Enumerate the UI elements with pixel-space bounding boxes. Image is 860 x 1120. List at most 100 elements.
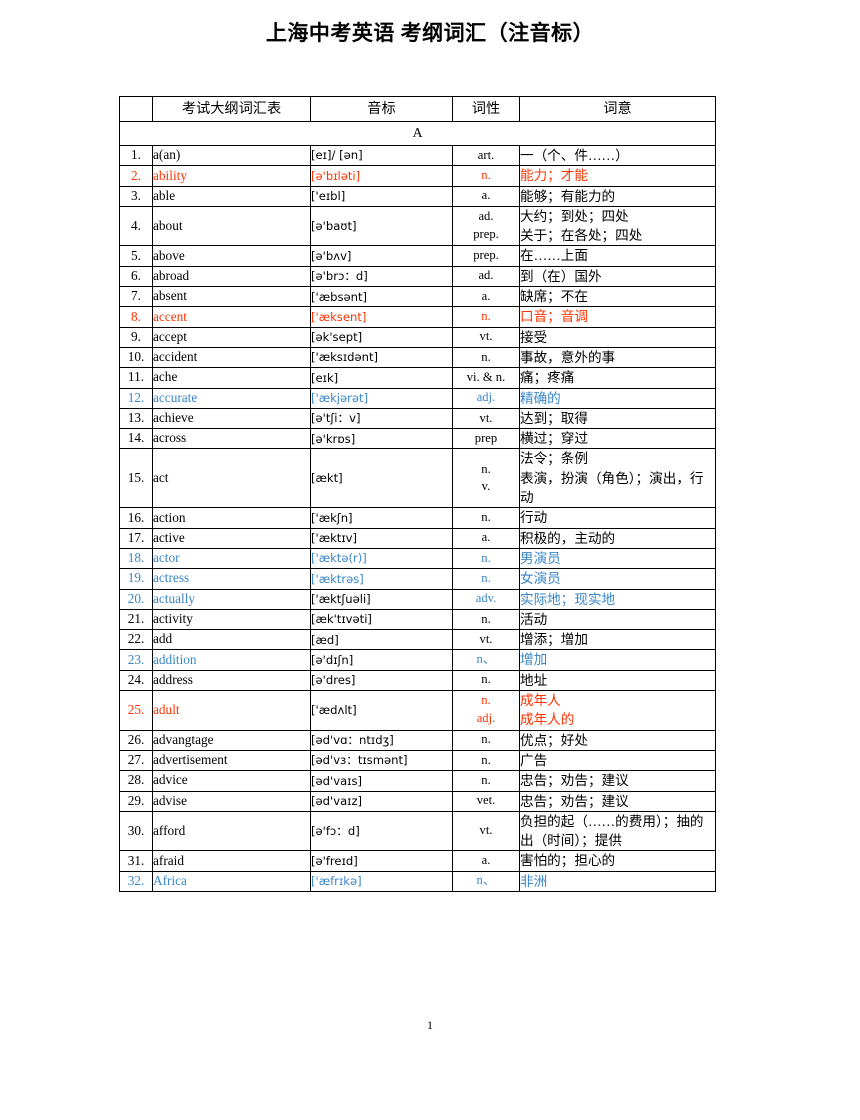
row-phonetic: [ə'tʃi：v] bbox=[310, 407, 453, 430]
row-phonetic: [ə'baʊt] bbox=[310, 205, 453, 247]
row-meaning-line: 能力；才能 bbox=[520, 168, 588, 184]
row-pos-line: a. bbox=[481, 188, 491, 203]
row-pos-line: prep bbox=[474, 430, 498, 445]
row-pos: n. bbox=[452, 568, 520, 590]
row-phonetic: ['æbsənt] bbox=[310, 286, 453, 308]
row-index: 25. bbox=[119, 690, 153, 731]
row-meaning: 能力；才能 bbox=[519, 165, 716, 187]
row-meaning-line: 非洲 bbox=[520, 873, 548, 889]
table-row: 28. advice [əd'vaɪs] n. 忠告；劝告；建议 bbox=[119, 770, 716, 792]
row-meaning-line: 大约；到处；四处 bbox=[520, 208, 629, 224]
row-pos-line: n. bbox=[481, 309, 491, 324]
table-row: 17. active ['æktɪv] a. 积极的，主动的 bbox=[119, 527, 716, 549]
table-row: 24. address [ə'dres] n. 地址 bbox=[119, 669, 716, 692]
row-pos: adj. bbox=[452, 387, 520, 409]
row-meaning: 增添；增加 bbox=[519, 629, 716, 651]
row-index: 19. bbox=[119, 568, 153, 590]
row-meaning: 一（个、件……） bbox=[519, 144, 716, 167]
row-meaning-line: 精确的 bbox=[520, 390, 561, 406]
row-meaning-line: 害怕的；担心的 bbox=[520, 853, 616, 869]
row-phonetic: [æd] bbox=[310, 629, 453, 651]
row-pos-line: n. bbox=[481, 752, 491, 767]
row-pos-line: a. bbox=[481, 530, 491, 545]
row-pos-line: adv. bbox=[475, 591, 497, 606]
table-row: 25. adult ['ædʌlt] n. adj. 成年人 成年人的 bbox=[119, 690, 716, 731]
row-pos-line: n. bbox=[481, 772, 491, 787]
row-word: accurate bbox=[152, 387, 311, 409]
row-phonetic: [əd'vaɪz] bbox=[310, 790, 453, 812]
row-pos: vt. bbox=[452, 407, 520, 430]
row-word: accident bbox=[152, 346, 311, 369]
page-title: 上海中考英语 考纲词汇（注音标） bbox=[265, 21, 595, 45]
row-pos-line: n. bbox=[481, 570, 491, 585]
row-index: 8. bbox=[119, 306, 153, 328]
row-meaning: 负担的起（……的费用）；抽的出（时间）；提供 bbox=[519, 810, 716, 852]
row-meaning: 优点；好处 bbox=[519, 729, 716, 751]
row-phonetic: ['ækjərət] bbox=[310, 387, 453, 409]
row-meaning-line: 在……上面 bbox=[520, 248, 588, 264]
row-meaning-line: 口音；音调 bbox=[520, 309, 588, 325]
row-meaning-line: 女演员 bbox=[520, 571, 561, 587]
row-phonetic: [æk'tɪvəti] bbox=[310, 608, 453, 631]
row-pos-line: prep. bbox=[473, 227, 499, 242]
row-meaning: 女演员 bbox=[519, 568, 716, 590]
row-pos: n. bbox=[452, 346, 520, 369]
row-index: 14. bbox=[119, 428, 153, 450]
row-pos-line: vet. bbox=[476, 793, 496, 808]
row-word: addition bbox=[152, 649, 311, 671]
row-pos-line: n. bbox=[481, 510, 491, 525]
row-word: about bbox=[152, 205, 311, 247]
row-phonetic: [ə'krɒs] bbox=[310, 428, 453, 450]
row-index: 28. bbox=[119, 770, 153, 792]
row-phonetic: ['eɪbl] bbox=[310, 185, 453, 207]
row-phonetic: ['æktɪv] bbox=[310, 527, 453, 549]
row-meaning: 接受 bbox=[519, 326, 716, 348]
row-meaning-line: 成年人的 bbox=[520, 712, 575, 728]
row-word: active bbox=[152, 527, 311, 549]
table-row: 3. able ['eɪbl] a. 能够；有能力的 bbox=[119, 185, 716, 207]
row-phonetic: [əd'vaɪs] bbox=[310, 770, 453, 792]
table-row: 8. accent ['æksent] n. 口音；音调 bbox=[119, 306, 716, 328]
row-pos: vt. bbox=[452, 810, 520, 852]
row-index: 26. bbox=[119, 729, 153, 751]
row-phonetic: ['æktə(r)] bbox=[310, 547, 453, 570]
row-phonetic: [ə'dɪʃn] bbox=[310, 649, 453, 671]
row-word: across bbox=[152, 428, 311, 450]
row-meaning: 非洲 bbox=[519, 870, 716, 892]
table-row: 32. Africa ['æfrɪkə] n、 非洲 bbox=[119, 870, 716, 892]
vocabulary-table: 考试大纲词汇表 音标 词性 词意 A 1. a(an) [eɪ]/ [ən] art.… bbox=[119, 96, 716, 892]
row-index: 11. bbox=[119, 367, 153, 389]
row-pos-line: vt. bbox=[479, 823, 493, 838]
row-meaning: 到（在）国外 bbox=[519, 265, 716, 288]
table-row: 19. actress ['æktrəs] n. 女演员 bbox=[119, 568, 716, 590]
table-row: 9. accept [ək'sept] vt. 接受 bbox=[119, 326, 716, 348]
row-index: 6. bbox=[119, 265, 153, 288]
header-index bbox=[119, 96, 153, 122]
vocabulary-table-container: 考试大纲词汇表 音标 词性 词意 A 1. a(an) [eɪ]/ [ən] art.… bbox=[119, 96, 716, 892]
row-meaning-line: 法令；条例 bbox=[520, 451, 588, 467]
table-row: 10. accident ['æksɪdənt] n. 事故，意外的事 bbox=[119, 346, 716, 369]
table-row: 18. actor ['æktə(r)] n. 男演员 bbox=[119, 547, 716, 570]
row-pos-line: n. bbox=[481, 611, 491, 626]
row-word: above bbox=[152, 245, 311, 267]
table-row: 7. absent ['æbsənt] a. 缺席；不在 bbox=[119, 286, 716, 308]
row-pos: n、 bbox=[452, 870, 520, 892]
row-meaning-line: 能够；有能力的 bbox=[520, 188, 616, 204]
row-meaning-line: 达到；取得 bbox=[520, 410, 588, 426]
row-pos: n. v. bbox=[452, 448, 520, 509]
row-pos-line: n、 bbox=[476, 652, 496, 667]
row-phonetic: [ə'dres] bbox=[310, 669, 453, 692]
row-meaning-line: 优点；好处 bbox=[520, 732, 588, 748]
row-word: advangtage bbox=[152, 729, 311, 751]
table-row: 20. actually ['æktʃuəli] adv. 实际地；现实地 bbox=[119, 588, 716, 610]
row-phonetic: ['æksent] bbox=[310, 306, 453, 328]
row-index: 1. bbox=[119, 144, 153, 167]
row-pos: vet. bbox=[452, 790, 520, 812]
row-pos: n. bbox=[452, 770, 520, 792]
section-letter: A bbox=[119, 121, 716, 146]
row-phonetic: [ə'bʌv] bbox=[310, 245, 453, 267]
row-phonetic: [ækt] bbox=[310, 448, 453, 509]
table-row: 4. about [ə'baʊt] ad. prep. 大约；到处；四处 关于；在各处；四处 bbox=[119, 205, 716, 247]
row-word: achieve bbox=[152, 407, 311, 430]
table-row: 13. achieve [ə'tʃi：v] vt. 达到；取得 bbox=[119, 407, 716, 430]
